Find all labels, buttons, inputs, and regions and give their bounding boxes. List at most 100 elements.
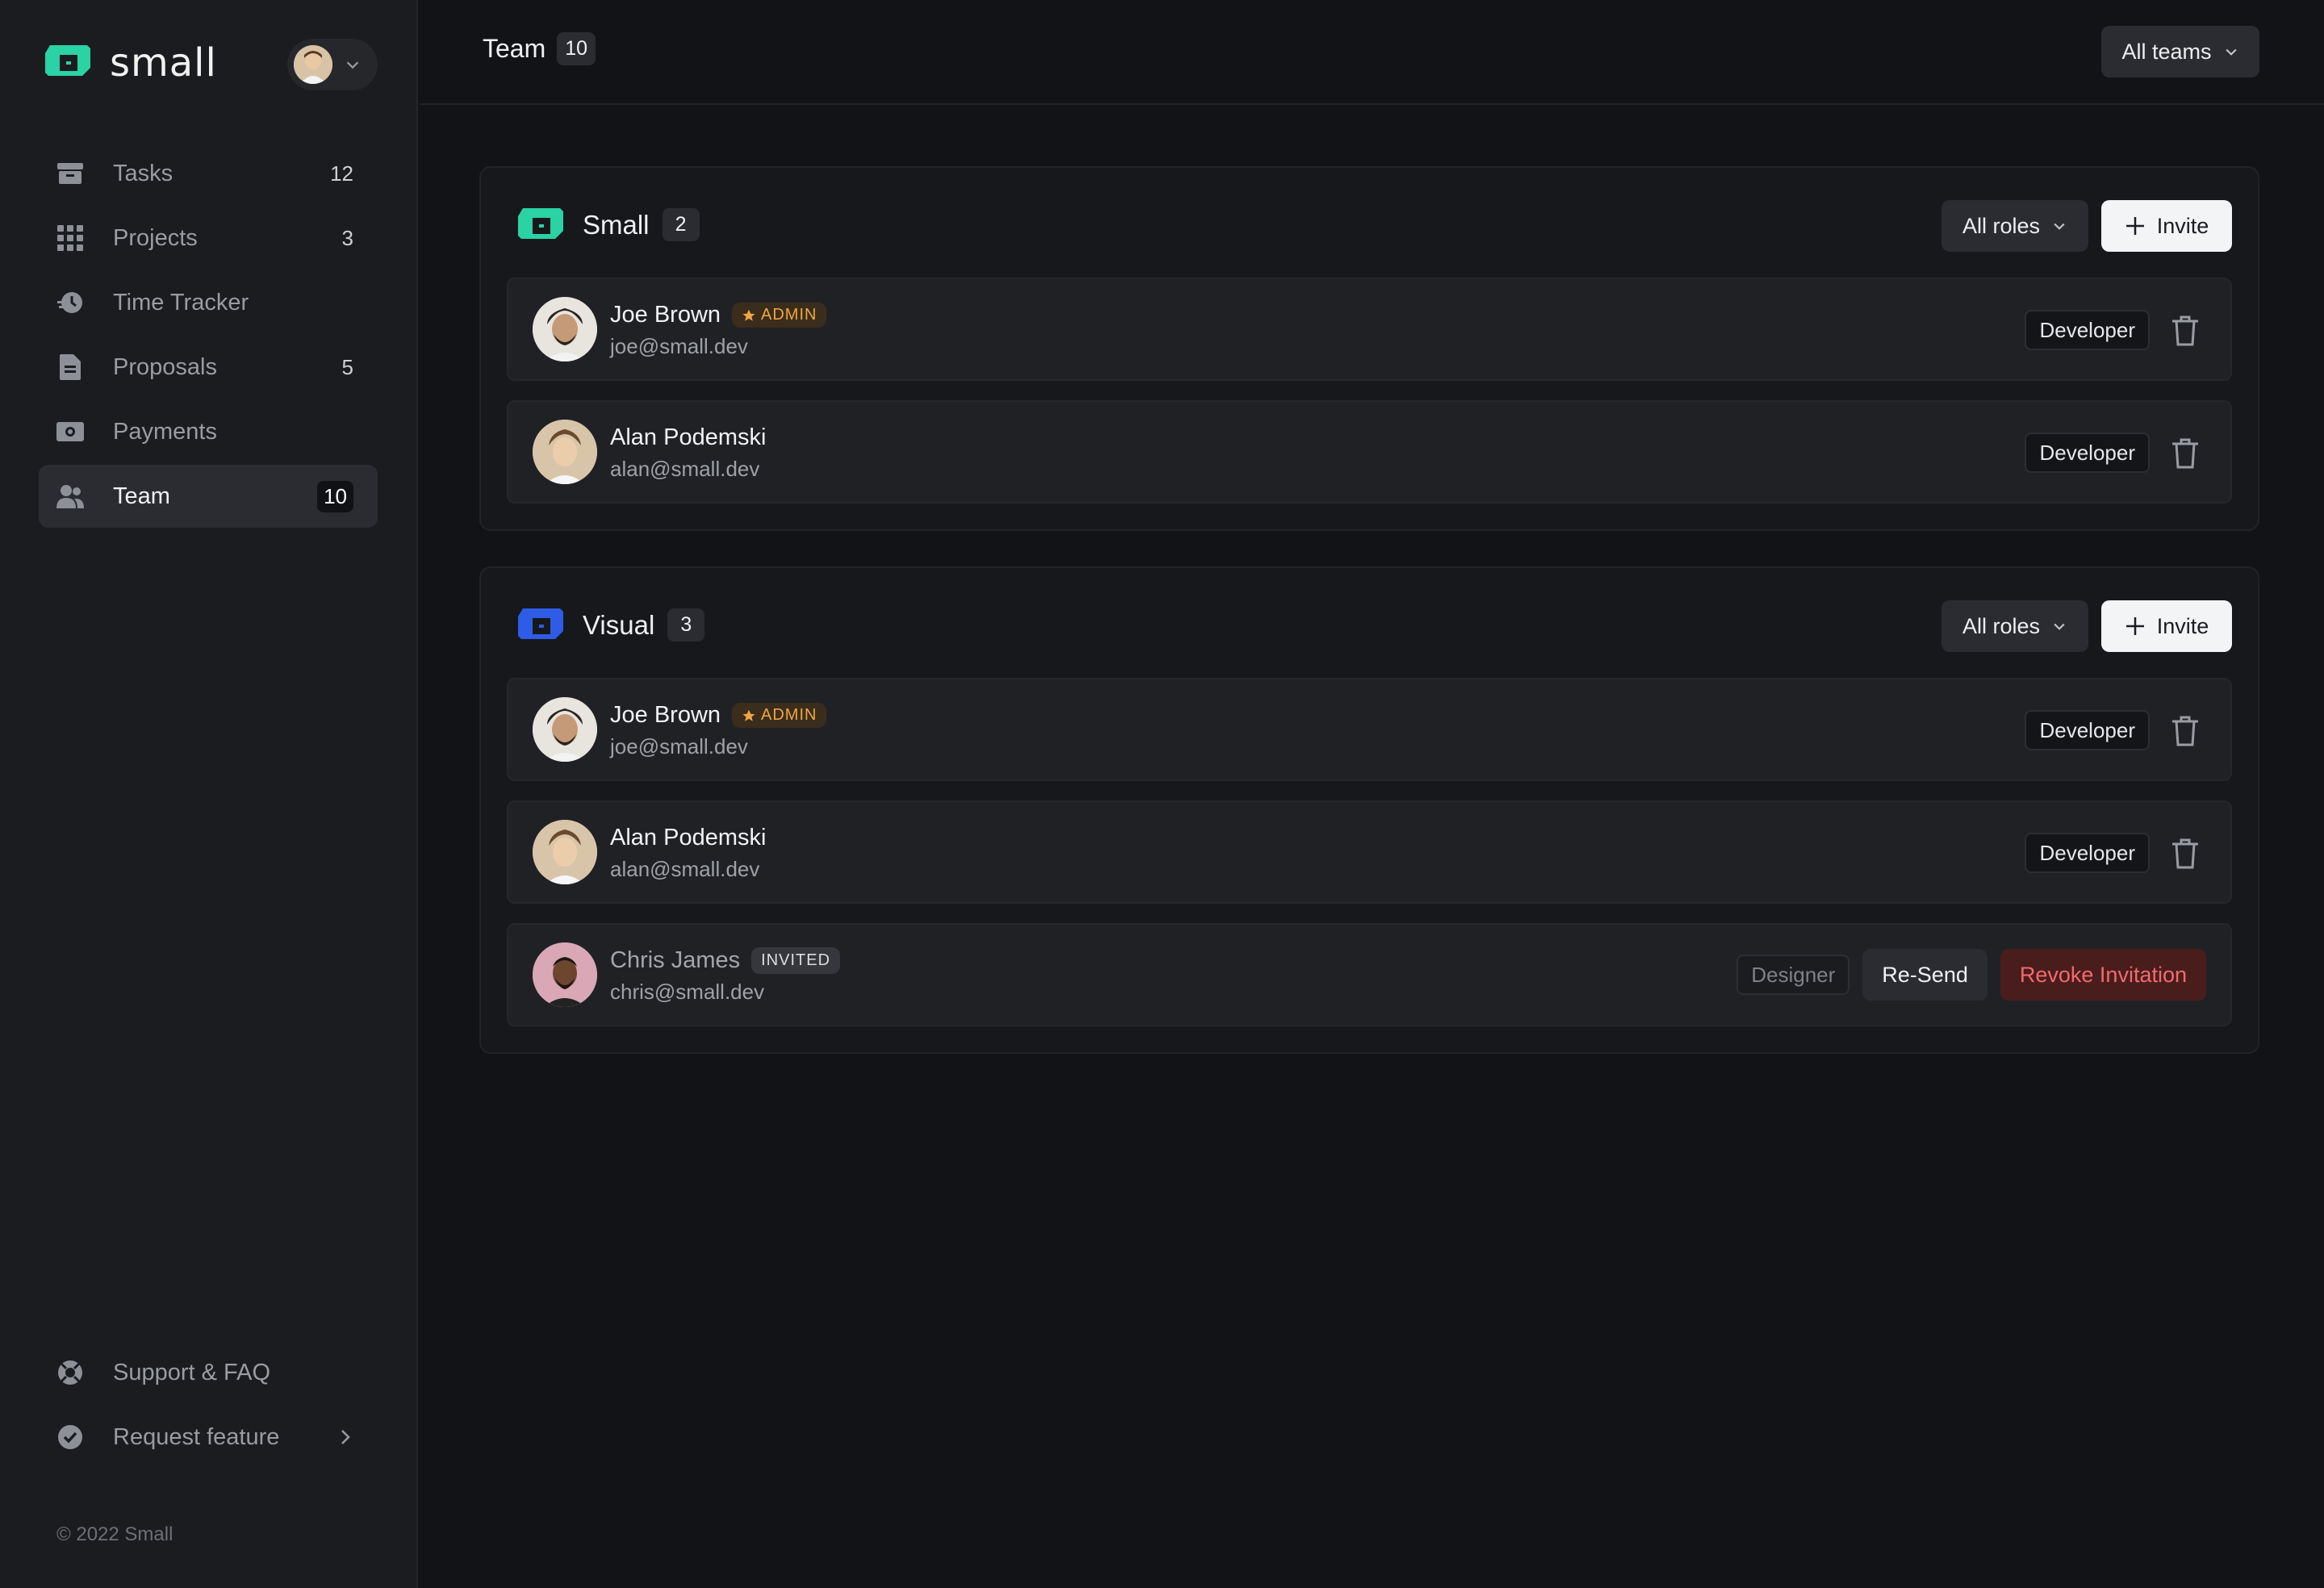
team-name: Visual [583,609,655,640]
sidebar-item-team[interactable]: Team 10 [39,465,378,528]
member-name: Joe Brown [610,302,721,328]
sidebar-item-count: 10 [317,480,353,512]
avatar [533,297,597,361]
plus-icon [2125,617,2144,635]
member-name: Alan Podemski [610,825,767,850]
sidebar-item-time-tracker[interactable]: Time Tracker [39,271,378,334]
member-name: Joe Brown [610,702,721,728]
chevron-right-icon [341,1430,350,1444]
role-select[interactable]: Developer [2025,710,2150,750]
star-icon [742,709,755,721]
account-switcher[interactable] [287,39,378,90]
roles-filter-select[interactable]: All roles [1942,200,2088,252]
sidebar-item-payments[interactable]: Payments [39,400,378,463]
clock-icon [56,289,84,316]
chevron-down-icon [2225,48,2237,56]
inbox-icon [56,160,84,187]
team-title: Small 2 [583,208,700,241]
sidebar: small Tasks 12 Projects 3 Time Tracker P… [0,0,418,1588]
invited-badge: INVITED [751,947,841,974]
roles-filter-label: All roles [1962,613,2041,638]
roles-filter-select[interactable]: All roles [1942,600,2088,652]
member-email: joe@small.dev [610,334,748,358]
sidebar-item-label: Support & FAQ [113,1359,271,1385]
avatar [533,820,597,884]
sidebar-item-count: 3 [341,225,353,250]
member-email: alan@small.dev [610,857,760,881]
sidebar-item-request-feature[interactable]: Request feature [39,1406,378,1469]
copyright: © 2022 Small [56,1523,173,1545]
roles-filter-label: All roles [1962,213,2041,238]
chevron-down-icon [2054,623,2065,630]
member-email: alan@small.dev [610,457,760,481]
sidebar-item-label: Request feature [113,1423,280,1450]
sidebar-item-support[interactable]: Support & FAQ [39,1341,378,1404]
invitation-actions: Designer Re-Send Revoke Invitation [1737,949,2206,1001]
member-row: Alan Podemski alan@small.dev Developer [507,800,2232,904]
page-title: Team 10 [483,32,596,65]
teams-filter-label: All teams [2121,39,2212,64]
resend-button[interactable]: Re-Send [1862,949,1988,1001]
trash-icon[interactable] [2171,315,2200,347]
member-name-line: Joe Brown ADMIN [610,302,827,328]
visual-team-logo-icon [518,608,563,639]
member-count-badge: 10 [557,32,596,65]
team-panel-header: Small 2 All roles Invite [481,168,2258,278]
plus-icon [2125,217,2144,235]
invite-button[interactable]: Invite [2101,600,2232,652]
team-panel-visual: Visual 3 All roles Invite Joe Brown ADMI… [479,566,2259,1054]
team-title: Visual 3 [583,608,705,641]
role-label: Designer [1737,955,1850,995]
users-icon [56,483,84,510]
member-name-line: Alan Podemski [610,424,766,451]
document-icon [56,353,84,381]
sidebar-bottom-nav: Support & FAQ Request feature [39,1341,378,1470]
page-title-text: Team [483,34,546,63]
trash-icon[interactable] [2171,715,2200,747]
sidebar-item-count: 12 [330,161,353,186]
invite-label: Invite [2156,213,2209,238]
check-badge-icon [56,1423,84,1451]
team-count-badge: 3 [667,608,705,641]
team-panel-small: Small 2 All roles Invite Joe Brown ADMIN… [479,166,2259,531]
revoke-invitation-button[interactable]: Revoke Invitation [2000,949,2206,1001]
member-email: chris@small.dev [610,980,765,1004]
admin-badge: ADMIN [732,703,827,728]
team-name: Small [583,209,650,240]
sidebar-item-projects[interactable]: Projects 3 [39,207,378,270]
member-row: Joe Brown ADMIN joe@small.dev Developer [507,278,2232,381]
sidebar-item-tasks[interactable]: Tasks 12 [39,142,378,205]
sidebar-item-label: Team [113,483,170,509]
sidebar-item-label: Proposals [113,353,217,380]
sidebar-nav: Tasks 12 Projects 3 Time Tracker Proposa… [39,142,378,529]
member-row: Alan Podemski alan@small.dev Developer [507,400,2232,504]
trash-icon[interactable] [2171,838,2200,870]
sidebar-item-label: Tasks [113,160,173,186]
invite-button[interactable]: Invite [2101,200,2232,252]
member-row-invited: Chris James INVITED chris@small.dev Desi… [507,923,2232,1026]
grid-icon [56,224,84,252]
member-name-line: Joe Brown ADMIN [610,702,827,729]
chevron-down-icon [346,61,359,69]
member-email: joe@small.dev [610,734,748,758]
member-name: Chris James [610,947,741,973]
sidebar-item-count: 5 [341,354,353,379]
admin-badge-label: ADMIN [761,306,817,324]
team-panel-header: Visual 3 All roles Invite [481,568,2258,678]
teams-filter-select[interactable]: All teams [2101,26,2259,77]
star-icon [742,309,755,321]
avatar [533,420,597,484]
brand-logo[interactable]: small [42,40,217,86]
avatar [294,45,332,84]
lifebuoy-icon [56,1359,84,1386]
invite-label: Invite [2156,613,2209,638]
trash-icon[interactable] [2171,437,2200,470]
role-select[interactable]: Developer [2025,310,2150,350]
member-row: Joe Brown ADMIN joe@small.dev Developer [507,678,2232,781]
team-count-badge: 2 [662,208,700,241]
role-select[interactable]: Developer [2025,433,2150,473]
sidebar-item-proposals[interactable]: Proposals 5 [39,336,378,399]
role-select[interactable]: Developer [2025,833,2150,873]
member-name-line: Alan Podemski [610,825,766,851]
small-logo-icon [45,45,90,76]
